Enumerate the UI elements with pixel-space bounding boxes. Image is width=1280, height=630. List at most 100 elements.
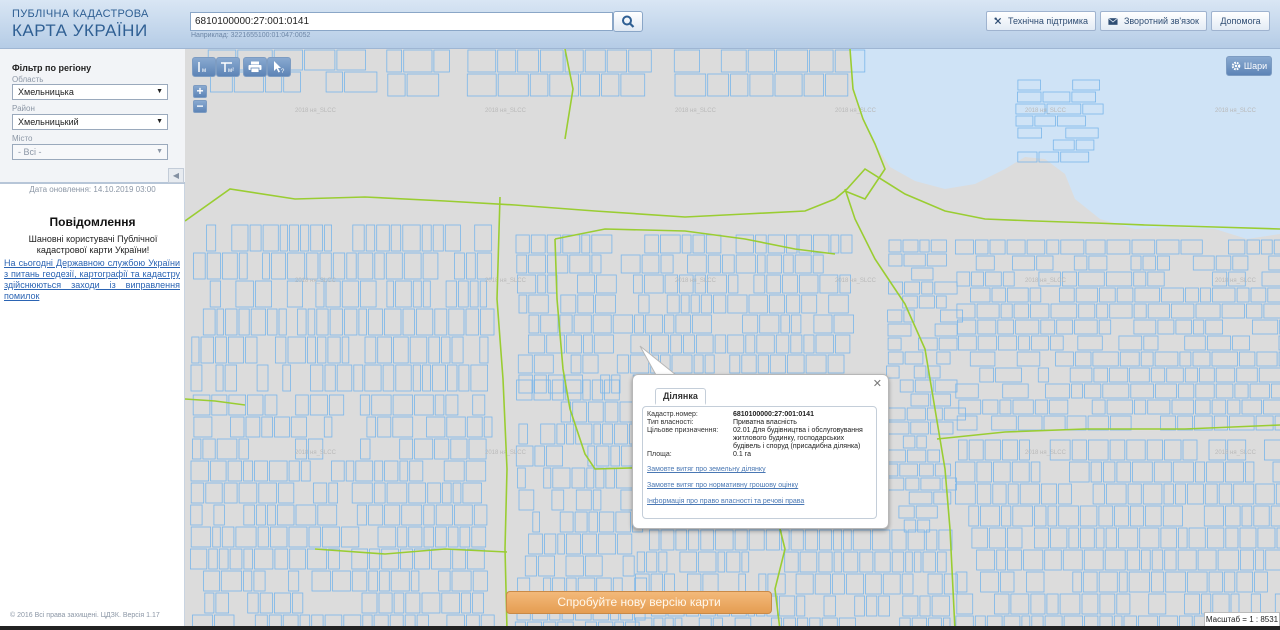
land-parcel[interactable] — [203, 570, 220, 592]
land-parcel[interactable] — [888, 239, 902, 253]
land-parcel[interactable] — [191, 336, 200, 364]
land-parcel[interactable] — [402, 308, 415, 336]
land-parcel[interactable] — [1044, 549, 1062, 571]
land-parcel[interactable] — [327, 336, 341, 364]
land-parcel[interactable] — [1071, 383, 1083, 399]
land-parcel[interactable] — [1091, 399, 1106, 415]
land-parcel[interactable] — [1007, 527, 1023, 549]
land-parcel[interactable] — [1232, 335, 1250, 351]
identify-tool-button[interactable]: ? — [267, 57, 291, 77]
land-parcel[interactable] — [452, 482, 462, 504]
land-parcel[interactable] — [447, 364, 458, 392]
land-parcel[interactable] — [899, 379, 914, 393]
land-parcel[interactable] — [1239, 351, 1256, 367]
land-parcel[interactable] — [529, 73, 549, 97]
land-parcel[interactable] — [941, 477, 957, 491]
land-parcel[interactable] — [1106, 271, 1133, 287]
land-parcel[interactable] — [756, 334, 775, 354]
land-parcel[interactable] — [596, 445, 610, 467]
land-parcel[interactable] — [1171, 303, 1195, 319]
print-button[interactable] — [243, 57, 267, 77]
land-parcel[interactable] — [353, 364, 364, 392]
land-parcel[interactable] — [231, 224, 249, 252]
land-parcel[interactable] — [540, 314, 559, 334]
land-parcel[interactable] — [729, 354, 741, 374]
land-parcel[interactable] — [649, 529, 660, 551]
land-parcel[interactable] — [518, 489, 535, 511]
land-parcel[interactable] — [1072, 571, 1082, 593]
land-parcel[interactable] — [695, 334, 714, 354]
land-parcel[interactable] — [907, 529, 925, 551]
land-parcel[interactable] — [1260, 239, 1273, 255]
land-parcel[interactable] — [309, 394, 328, 416]
land-parcel[interactable] — [193, 416, 213, 438]
land-parcel[interactable] — [315, 280, 325, 308]
land-parcel[interactable] — [267, 308, 278, 336]
land-parcel[interactable] — [461, 592, 471, 614]
land-parcel[interactable] — [472, 570, 488, 592]
land-parcel[interactable] — [329, 308, 343, 336]
land-parcel[interactable] — [421, 224, 432, 252]
land-parcel[interactable] — [730, 73, 749, 97]
land-parcel[interactable] — [658, 551, 668, 573]
land-parcel[interactable] — [843, 529, 852, 551]
land-parcel[interactable] — [919, 595, 931, 617]
land-parcel[interactable] — [208, 548, 218, 570]
land-parcel[interactable] — [269, 460, 288, 482]
land-parcel[interactable] — [783, 254, 794, 274]
zoom-out-button[interactable]: − — [193, 100, 207, 113]
land-parcel[interactable] — [588, 511, 598, 533]
land-parcel[interactable] — [1193, 319, 1205, 335]
land-parcel[interactable] — [1093, 367, 1109, 383]
land-parcel[interactable] — [423, 504, 435, 526]
land-parcel[interactable] — [742, 314, 759, 334]
land-parcel[interactable] — [1215, 255, 1232, 271]
land-parcel[interactable] — [659, 234, 681, 254]
land-parcel[interactable] — [748, 294, 768, 314]
land-parcel[interactable] — [1016, 351, 1041, 367]
land-parcel[interactable] — [682, 334, 695, 354]
land-parcel[interactable] — [565, 555, 584, 577]
land-parcel[interactable] — [1228, 239, 1246, 255]
land-parcel[interactable] — [399, 460, 409, 482]
land-parcel[interactable] — [938, 337, 958, 351]
land-parcel[interactable] — [577, 294, 594, 314]
land-parcel[interactable] — [1182, 439, 1198, 461]
land-parcel[interactable] — [566, 423, 575, 445]
land-parcel[interactable] — [598, 533, 617, 555]
land-parcel[interactable] — [1139, 527, 1160, 549]
land-parcel[interactable] — [317, 504, 338, 526]
land-parcel[interactable] — [976, 461, 992, 483]
map[interactable]: 2018 ня_SLCC 2018 ня_SLCC 2018 ня_SLCC 2018… — [185, 49, 1280, 630]
land-parcel[interactable] — [910, 393, 930, 407]
land-parcel[interactable] — [441, 336, 451, 364]
land-parcel[interactable] — [1002, 383, 1029, 399]
land-parcel[interactable] — [295, 438, 307, 460]
land-parcel[interactable] — [1007, 483, 1019, 505]
land-parcel[interactable] — [726, 551, 741, 573]
land-parcel[interactable] — [282, 364, 292, 392]
land-parcel[interactable] — [1272, 461, 1280, 483]
land-parcel[interactable] — [264, 394, 278, 416]
land-parcel[interactable] — [886, 365, 900, 379]
land-parcel[interactable] — [1092, 483, 1105, 505]
land-parcel[interactable] — [1105, 527, 1117, 549]
land-parcel[interactable] — [311, 570, 331, 592]
land-parcel[interactable] — [819, 529, 832, 551]
land-parcel[interactable] — [584, 49, 606, 73]
land-parcel[interactable] — [1205, 319, 1224, 335]
land-parcel[interactable] — [454, 504, 473, 526]
land-parcel[interactable] — [955, 461, 976, 483]
land-parcel[interactable] — [438, 570, 451, 592]
land-parcel[interactable] — [620, 254, 641, 274]
land-parcel[interactable] — [955, 383, 979, 399]
land-parcel[interactable] — [936, 351, 951, 365]
land-parcel[interactable] — [916, 435, 927, 449]
land-parcel[interactable] — [628, 49, 652, 73]
land-parcel[interactable] — [412, 280, 422, 308]
land-parcel[interactable] — [215, 336, 227, 364]
land-parcel[interactable] — [1165, 571, 1187, 593]
land-parcel[interactable] — [517, 467, 526, 489]
land-parcel[interactable] — [1227, 399, 1241, 415]
land-parcel[interactable] — [1031, 335, 1049, 351]
